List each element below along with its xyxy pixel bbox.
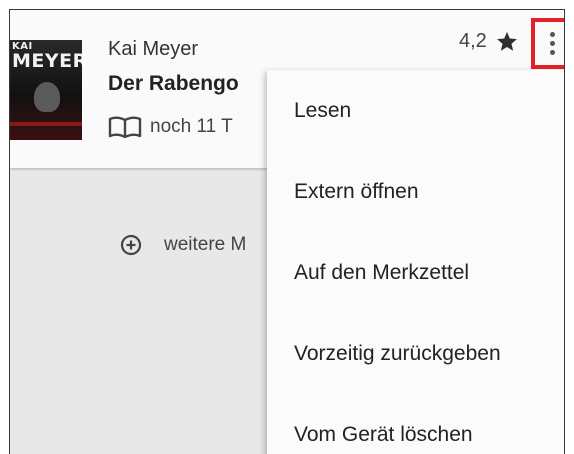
menu-item-merkzettel[interactable]: Auf den Merkzettel (267, 232, 564, 313)
overflow-menu-icon-dot (550, 50, 555, 55)
popup-menu: Lesen Extern öffnen Auf den Merkzettel V… (267, 70, 564, 454)
cover-figure (34, 82, 60, 112)
rating: 4,2 (459, 30, 519, 53)
overflow-menu-icon (550, 32, 555, 37)
menu-item-extern-oeffnen[interactable]: Extern öffnen (267, 151, 564, 232)
overflow-menu-button[interactable] (531, 18, 564, 69)
cover-title: KAI MEYER (12, 42, 82, 72)
rating-value: 4,2 (459, 30, 487, 52)
book-author: Kai Meyer (108, 38, 199, 60)
remaining-time: noch 11 T (108, 116, 233, 138)
book-title: Der Rabengo (108, 72, 239, 95)
plus-circle-icon (120, 234, 142, 256)
more-label: weitere M (164, 234, 247, 255)
star-icon (496, 31, 517, 51)
menu-item-lesen[interactable]: Lesen (267, 70, 564, 151)
book-cover[interactable]: KAI MEYER (10, 40, 82, 140)
more-button[interactable]: weitere M (120, 234, 246, 256)
menu-item-zurueckgeben[interactable]: Vorzeitig zurückgeben (267, 313, 564, 394)
cover-line-2: MEYER (12, 50, 82, 72)
book-open-icon (108, 116, 142, 138)
remaining-label: noch 11 T (150, 116, 233, 137)
cover-band (10, 122, 82, 126)
overflow-menu-icon-dot (550, 41, 555, 46)
app-frame: KAI MEYER Kai Meyer Der Rabengo noch 11 … (9, 9, 565, 454)
menu-item-loeschen[interactable]: Vom Gerät löschen (267, 394, 564, 454)
